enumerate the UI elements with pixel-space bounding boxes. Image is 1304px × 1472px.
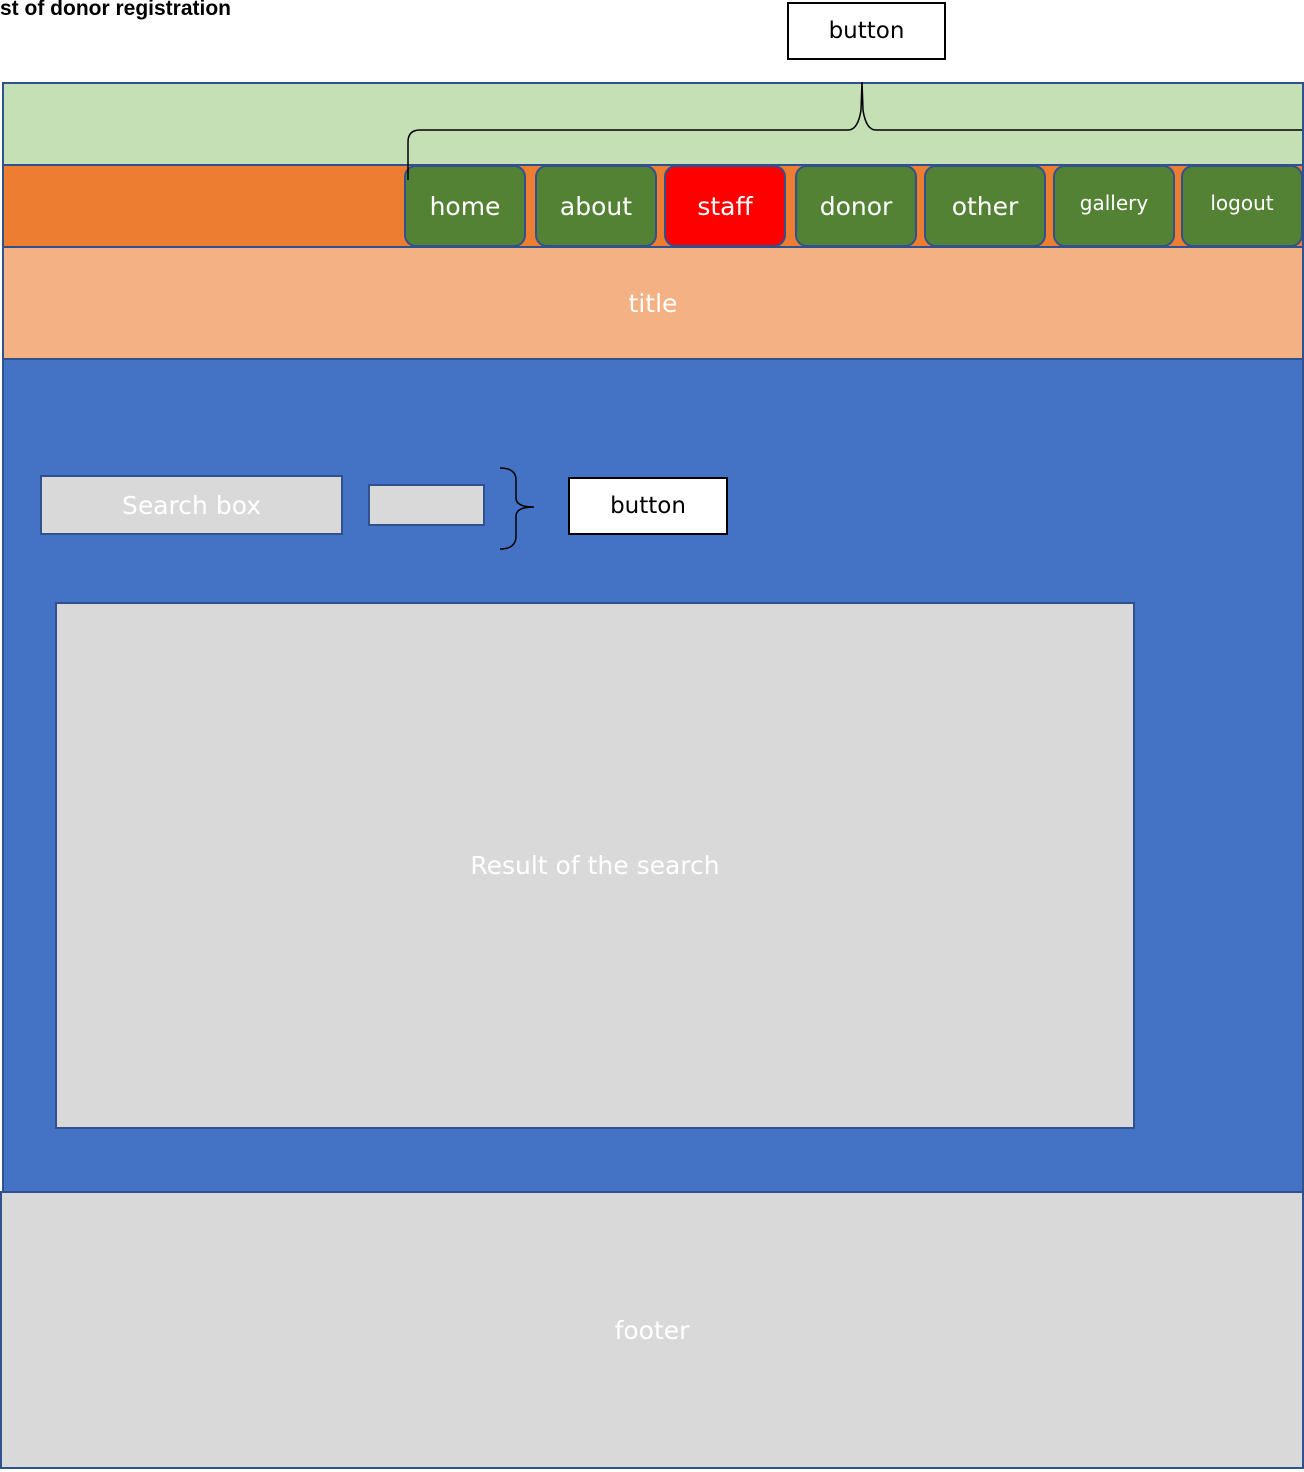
search-group-brace [499, 467, 535, 550]
nav-group-brace [407, 81, 1302, 180]
annotation-braces [407, 81, 1302, 550]
